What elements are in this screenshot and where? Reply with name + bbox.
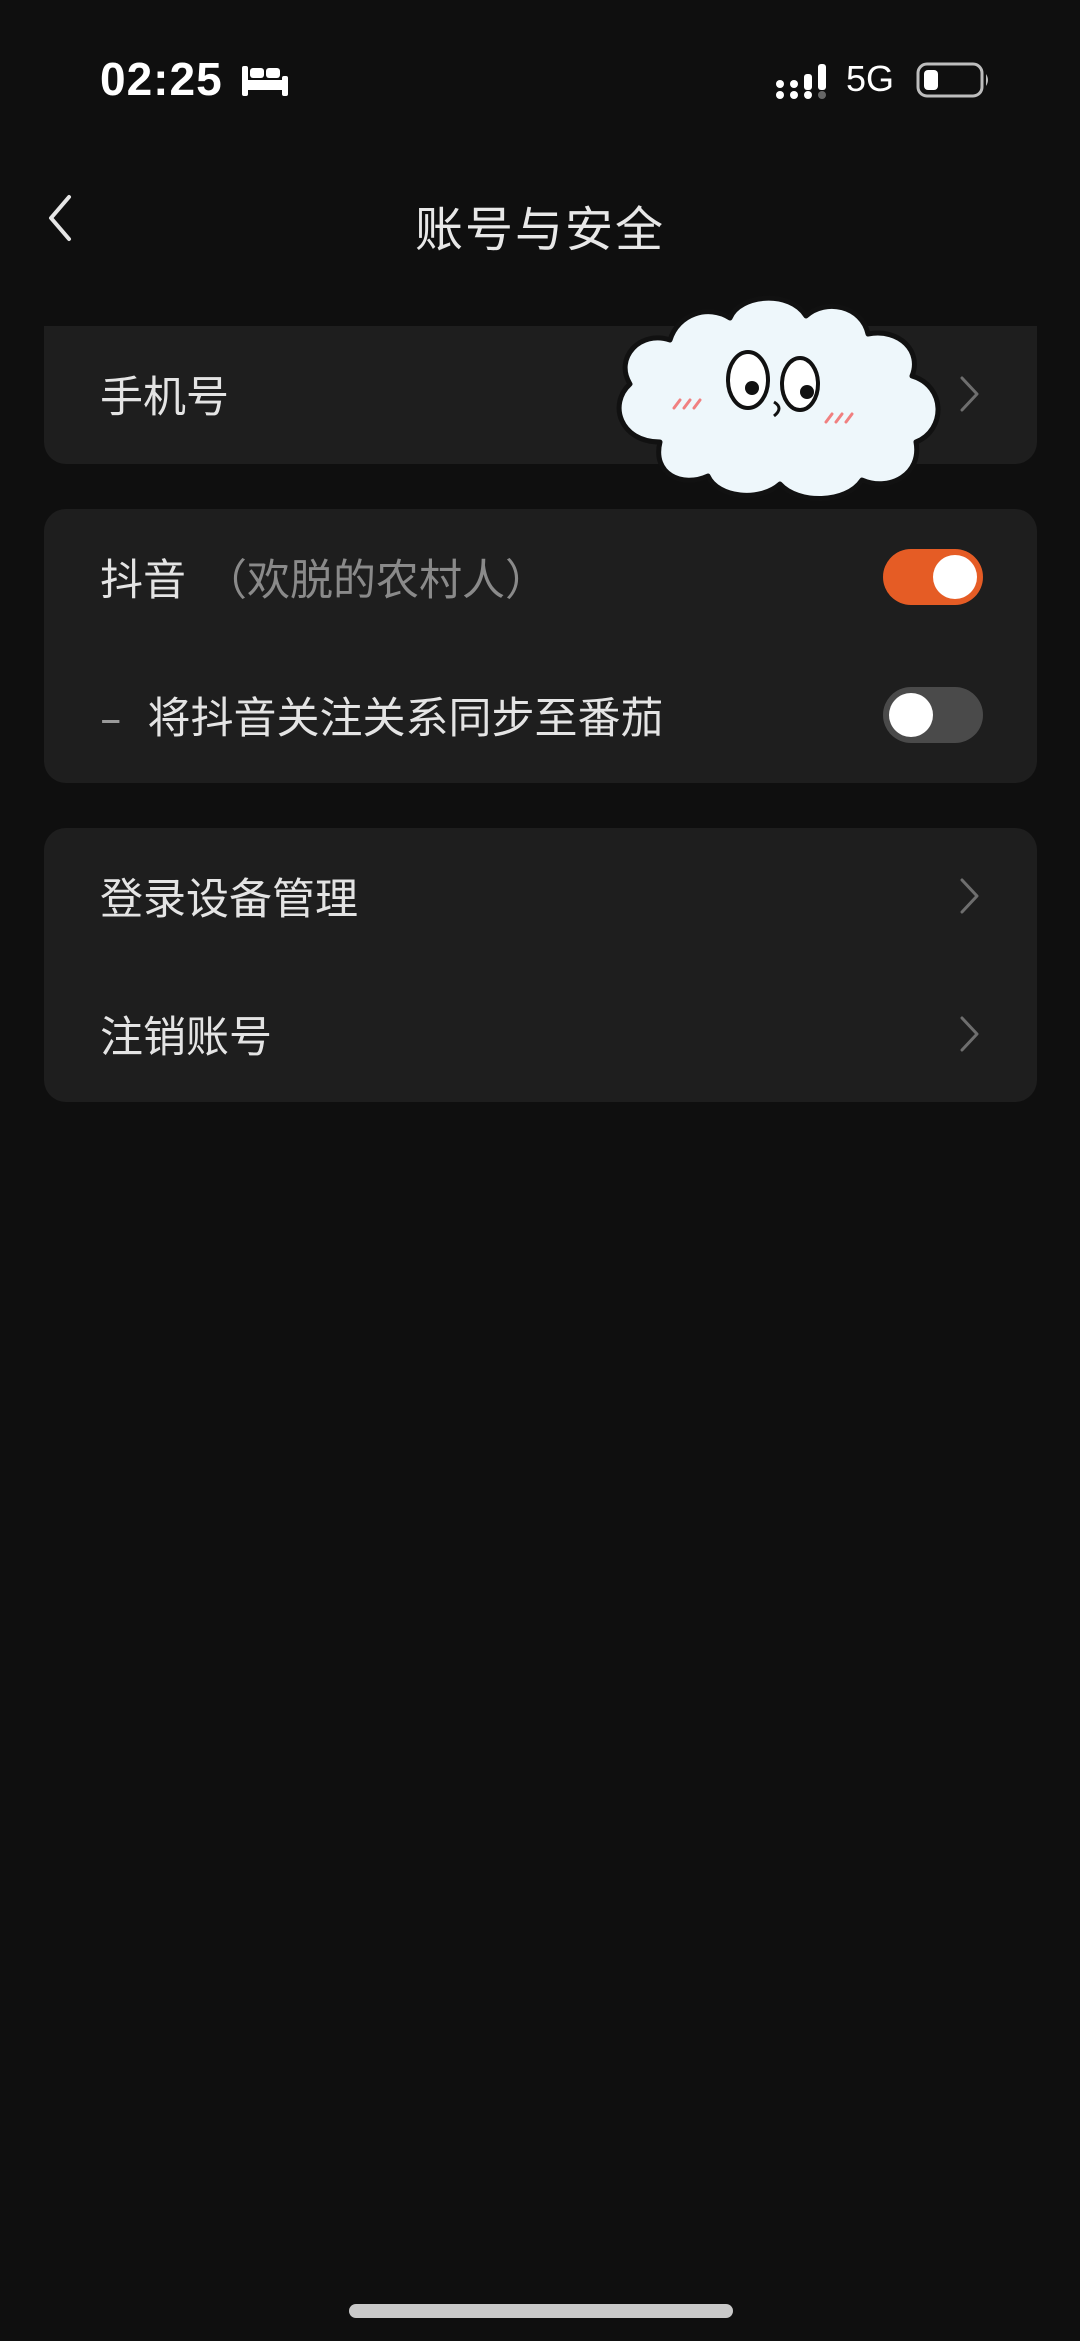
sleep-icon — [242, 66, 288, 96]
dash-icon: – — [100, 694, 122, 744]
header: 账号与安全 — [0, 170, 1080, 280]
battery-icon — [916, 62, 988, 98]
device-management-label: 登录设备管理 — [100, 875, 358, 925]
device-management-row[interactable]: 登录设备管理 — [44, 828, 1037, 964]
douyin-card: 抖音 （欢脱的农村人） – 将抖音关注关系同步至番茄 — [44, 509, 1037, 783]
account-card: 登录设备管理 注销账号 — [44, 828, 1037, 1102]
home-indicator[interactable] — [349, 2304, 733, 2318]
toggle-knob — [889, 693, 933, 737]
screen: 02:25 5G 账号与安全 手机号 抖音 （欢脱的农村人） – 将抖音关注关系… — [0, 0, 1080, 2341]
douyin-row: 抖音 （欢脱的农村人） — [44, 509, 1037, 645]
douyin-sync-row: – 将抖音关注关系同步至番茄 — [44, 647, 1037, 783]
douyin-toggle[interactable] — [883, 549, 983, 605]
status-bar: 02:25 5G — [0, 0, 1080, 130]
cancel-account-row[interactable]: 注销账号 — [44, 966, 1037, 1102]
douyin-label: 抖音 （欢脱的农村人） — [100, 546, 548, 608]
cloud-sticker-icon — [616, 295, 941, 501]
chevron-right-icon — [960, 1016, 979, 1052]
cancel-account-label: 注销账号 — [100, 1013, 272, 1063]
signal-icon — [776, 64, 826, 99]
toggle-knob — [933, 555, 977, 599]
douyin-nickname: （欢脱的农村人） — [204, 556, 548, 606]
phone-label: 手机号 — [100, 373, 229, 423]
douyin-sync-toggle[interactable] — [883, 687, 983, 743]
status-time: 02:25 — [100, 53, 223, 105]
douyin-sync-label: – 将抖音关注关系同步至番茄 — [100, 684, 664, 746]
chevron-right-icon — [960, 878, 979, 914]
douyin-name: 抖音 — [100, 556, 186, 606]
page-title: 账号与安全 — [414, 202, 665, 258]
network-type: 5G — [846, 58, 895, 99]
douyin-sync-text: 将抖音关注关系同步至番茄 — [147, 694, 664, 744]
chevron-right-icon — [960, 376, 979, 412]
